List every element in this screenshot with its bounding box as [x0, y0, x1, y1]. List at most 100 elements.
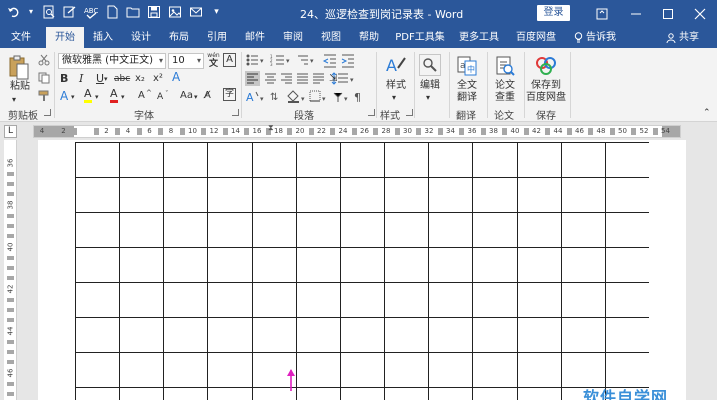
borders-icon[interactable]	[309, 90, 321, 102]
paper-check-label-2[interactable]: 查重	[490, 92, 520, 104]
indent-marker-icon[interactable]: ⧗	[268, 123, 274, 133]
share-button[interactable]: 共享	[666, 27, 699, 48]
show-marks-icon[interactable]: ¶	[354, 91, 361, 104]
editing-dropdown-icon[interactable]: ▾	[426, 91, 430, 105]
document-page[interactable]	[38, 140, 686, 400]
enclose-character-button[interactable]: 字	[223, 88, 236, 101]
print-preview-icon[interactable]	[41, 4, 56, 19]
align-left-selected[interactable]	[245, 71, 260, 86]
spellcheck-icon[interactable]: ABC	[83, 4, 98, 19]
minimize-icon[interactable]	[619, 0, 653, 27]
close-icon[interactable]	[683, 0, 717, 27]
character-border-button[interactable]: A	[223, 53, 236, 67]
change-case-button[interactable]: Aa	[180, 89, 193, 103]
grow-font-button[interactable]: A	[138, 89, 145, 103]
text-direction-icon[interactable]: ⇲	[329, 72, 337, 86]
paper-check-label-1[interactable]: 论文	[490, 80, 520, 92]
multilevel-list-icon[interactable]	[298, 55, 308, 65]
highlight-color-button[interactable]: A	[84, 88, 92, 103]
cut-icon[interactable]	[37, 53, 51, 67]
copy-icon[interactable]	[37, 71, 51, 85]
clear-formatting-button[interactable]: A̸	[204, 89, 211, 103]
underline-button[interactable]: U	[96, 72, 104, 86]
tab-design[interactable]: 设计	[126, 27, 156, 48]
redo-icon[interactable]: ▾	[27, 4, 35, 19]
bold-button[interactable]: B	[60, 72, 68, 86]
open-folder-icon[interactable]	[125, 4, 140, 19]
clipboard-launcher-icon[interactable]	[44, 109, 51, 116]
maximize-icon[interactable]	[651, 0, 685, 27]
photo-icon[interactable]	[167, 4, 182, 19]
styles-dropdown-icon[interactable]: ▾	[392, 91, 396, 105]
paste-icon[interactable]	[7, 54, 31, 82]
numbering-icon[interactable]: 123	[270, 54, 284, 67]
tab-view[interactable]: 视图	[316, 27, 346, 48]
email-icon[interactable]	[188, 4, 203, 19]
styles-launcher-icon[interactable]	[406, 109, 413, 116]
horizontal-ruler[interactable]: 4 2 2 4 6 8 10 12 14 16 18 20 22 24 26 28 30 32 34 36 38 40 42…	[33, 123, 681, 138]
align-right-icon[interactable]	[281, 73, 292, 84]
translate-label-2[interactable]: 翻译	[452, 92, 482, 104]
tab-help[interactable]: 帮助	[354, 27, 384, 48]
tab-more-tools[interactable]: 更多工具	[456, 27, 502, 48]
font-name-combo[interactable]: 微软雅黑 (中文正文) ▾	[58, 53, 166, 69]
text-effect-icon[interactable]: A	[60, 89, 68, 103]
translate-icon[interactable]: a中	[455, 54, 479, 78]
tab-references[interactable]: 引用	[202, 27, 232, 48]
paste-label[interactable]: 粘贴	[7, 81, 33, 93]
shading-icon[interactable]	[287, 90, 299, 103]
save-netdisk-label-2[interactable]: 百度网盘	[526, 92, 566, 104]
tab-mailings[interactable]: 邮件	[240, 27, 270, 48]
undo-icon[interactable]	[6, 4, 21, 19]
login-button[interactable]: 登录	[537, 5, 570, 21]
font-color-button[interactable]: A	[110, 88, 118, 103]
text-effects-button[interactable]: A	[172, 70, 180, 84]
qat-more-icon[interactable]: ▾	[209, 4, 224, 19]
strikethrough-button[interactable]: abc	[114, 72, 130, 86]
collapse-ribbon-icon[interactable]: ⌃	[703, 106, 711, 120]
tab-layout[interactable]: 布局	[164, 27, 194, 48]
ribbon-display-options-icon[interactable]	[585, 0, 619, 27]
save-icon[interactable]	[146, 4, 161, 19]
sort-icon[interactable]: ⇅	[270, 92, 278, 103]
baidu-netdisk-icon[interactable]	[533, 54, 559, 78]
align-center-icon[interactable]	[265, 73, 276, 84]
chinese-layout-icon[interactable]: A	[246, 91, 259, 104]
phonetic-guide-button[interactable]: wén 文	[207, 51, 220, 69]
tab-home[interactable]: 开始	[46, 27, 84, 49]
decrease-indent-icon[interactable]	[322, 54, 336, 68]
tab-selector[interactable]: L	[4, 125, 17, 138]
chevron-down-icon[interactable]: ▾	[194, 90, 198, 104]
asian-typography-icon[interactable]	[333, 92, 343, 102]
chevron-down-icon[interactable]: ▾	[121, 90, 125, 104]
italic-button[interactable]: I	[79, 72, 83, 86]
tab-file[interactable]: 文件	[6, 27, 36, 48]
distributed-icon[interactable]	[313, 73, 324, 84]
paste-dropdown-icon[interactable]: ▾	[12, 93, 16, 107]
tab-insert[interactable]: 插入	[88, 27, 118, 48]
editing-icon[interactable]	[419, 54, 441, 76]
format-painter-icon[interactable]	[62, 4, 77, 19]
underline-dropdown-icon[interactable]: ▾	[104, 72, 108, 86]
paragraph-launcher-icon[interactable]	[368, 109, 375, 116]
chevron-down-icon[interactable]: ▾	[95, 90, 99, 104]
tab-baidu-netdisk[interactable]: 百度网盘	[512, 27, 560, 48]
tell-me-search[interactable]: 告诉我	[574, 27, 616, 48]
new-doc-icon[interactable]	[104, 4, 119, 19]
bullets-icon[interactable]	[246, 54, 258, 66]
superscript-button[interactable]: x²	[153, 72, 163, 86]
tab-review[interactable]: 审阅	[278, 27, 308, 48]
tab-pdf-tools[interactable]: PDF工具集	[394, 27, 446, 48]
save-netdisk-label-1[interactable]: 保存到	[526, 80, 566, 92]
styles-icon[interactable]: A	[384, 54, 408, 76]
font-launcher-icon[interactable]	[232, 109, 239, 116]
paper-check-icon[interactable]	[493, 54, 517, 78]
font-size-combo[interactable]: 10 ▾	[168, 53, 204, 69]
document-table[interactable]	[75, 142, 649, 400]
justify-icon[interactable]	[297, 73, 308, 84]
format-painter-brush-icon[interactable]	[37, 89, 51, 103]
chevron-down-icon[interactable]: ▾	[71, 90, 75, 104]
subscript-button[interactable]: x₂	[135, 72, 145, 86]
translate-label-1[interactable]: 全文	[452, 80, 482, 92]
vertical-ruler[interactable]: 36 38 40 42 44 46	[4, 140, 17, 400]
